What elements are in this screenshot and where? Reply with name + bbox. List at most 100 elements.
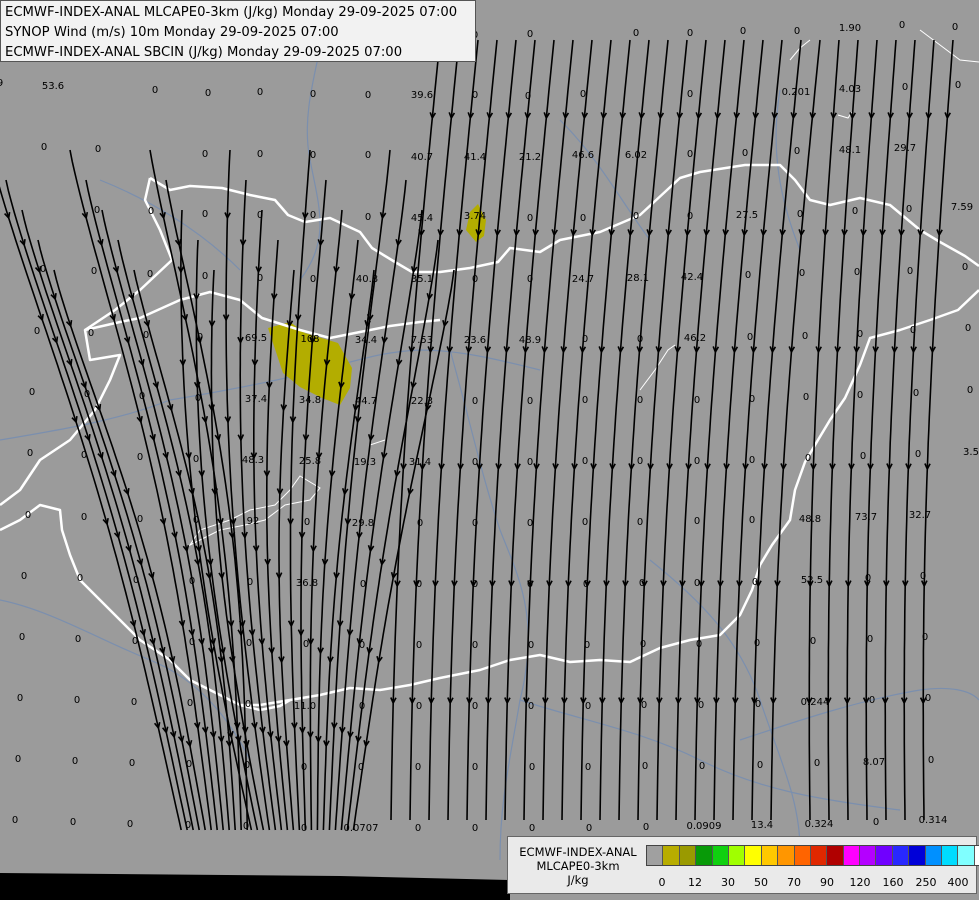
cape-value: 0 xyxy=(472,579,478,590)
legend-tick: 12 xyxy=(688,876,702,889)
cape-value: 0 xyxy=(19,632,25,643)
cape-value: 0 xyxy=(867,634,873,645)
legend-swatch xyxy=(647,846,664,865)
cape-value: 0 xyxy=(472,90,478,101)
cape-value: 0.201 xyxy=(782,87,811,98)
legend-title-line2: MLCAPE0-3km xyxy=(536,859,620,873)
cape-value: 0 xyxy=(913,388,919,399)
cape-value: 0 xyxy=(694,516,700,527)
cape-value: 0 xyxy=(740,26,746,37)
cape-value: 36.8 xyxy=(296,578,318,589)
cape-value: 0 xyxy=(143,330,149,341)
cape-value: 0 xyxy=(243,821,249,832)
cape-value: 0 xyxy=(84,389,90,400)
cape-value: 0 xyxy=(802,331,808,342)
legend-swatch xyxy=(827,846,844,865)
cape-value: 0 xyxy=(925,693,931,704)
cape-value: 0 xyxy=(81,450,87,461)
legend-swatch xyxy=(958,846,975,865)
cape-value: 0 xyxy=(586,823,592,834)
cape-value: 0 xyxy=(41,142,47,153)
cape-value: 0 xyxy=(202,271,208,282)
cape-value: 39.6 xyxy=(411,90,433,101)
cape-value: 0 xyxy=(202,209,208,220)
cape-value: 0 xyxy=(81,512,87,523)
cape-value: 0 xyxy=(304,517,310,528)
cape-value: 0 xyxy=(129,758,135,769)
legend-tick: 400 xyxy=(947,876,969,889)
cape-value: 0 xyxy=(633,211,639,222)
cape-value: 0 xyxy=(857,329,863,340)
cape-value: 40.8 xyxy=(356,274,378,285)
cape-value: 0 xyxy=(583,579,589,590)
cape-value: 0 xyxy=(637,334,643,345)
cape-value: 0 xyxy=(472,518,478,529)
cape-value: 0 xyxy=(749,515,755,526)
cape-value: 0.244 xyxy=(801,697,830,708)
cape-value: 0.0909 xyxy=(687,821,722,832)
cape-value: 46.2 xyxy=(684,333,706,344)
cape-value: 0 xyxy=(137,514,143,525)
cape-value: 0 xyxy=(310,89,316,100)
weather-map: 53.60000039.6000005.2000001.900000.2014.… xyxy=(0,0,979,900)
legend-swatch xyxy=(761,846,779,865)
cape-value: 0 xyxy=(527,518,533,529)
cape-value: 0 xyxy=(797,209,803,220)
cape-value: 0 xyxy=(694,395,700,406)
header-line-cin: ECMWF-INDEX-ANAL SBCIN (J/kg) Monday 29-… xyxy=(5,45,403,60)
cape-value: 0 xyxy=(928,755,934,766)
cape-value: 53.6 xyxy=(42,81,64,92)
cape-value: 0 xyxy=(359,701,365,712)
cape-value: 48.9 xyxy=(519,335,541,346)
cape-value: 0 xyxy=(803,392,809,403)
cape-value: 0 xyxy=(257,210,263,221)
cape-value: 22.3 xyxy=(411,396,433,407)
cape-value: 28.1 xyxy=(627,273,649,284)
legend-tick: 0 xyxy=(658,876,666,889)
cape-value: 0 xyxy=(472,396,478,407)
cape-value: 0 xyxy=(415,762,421,773)
cape-value: 21.2 xyxy=(519,152,541,163)
cape-value: 31.4 xyxy=(409,457,431,468)
cape-value: 0 xyxy=(642,761,648,772)
cape-value: 0 xyxy=(246,638,252,649)
cape-value: 0 xyxy=(525,91,531,102)
legend-swatch xyxy=(892,846,910,865)
cape-value: 4.03 xyxy=(839,84,861,95)
header-line-cape: ECMWF-INDEX-ANAL MLCAPE0-3km (J/kg) Mond… xyxy=(5,5,458,20)
cape-value: 0 xyxy=(580,213,586,224)
cape-value: 0 xyxy=(527,213,533,224)
legend-swatch xyxy=(843,846,861,865)
cape-value: 48.8 xyxy=(799,514,821,525)
legend-swatch xyxy=(876,846,893,865)
cape-value: 0 xyxy=(416,701,422,712)
cape-value: 0 xyxy=(698,700,704,711)
cape-value: 37.4 xyxy=(245,394,267,405)
legend-swatch xyxy=(860,846,877,865)
cape-value: 0 xyxy=(189,576,195,587)
legend-tick: 120 xyxy=(849,876,871,889)
cape-value: 46.6 xyxy=(572,150,594,161)
cape-value: 0 xyxy=(472,701,478,712)
cape-value: 8.07 xyxy=(863,757,885,768)
cape-value: 0 xyxy=(472,762,478,773)
cape-value: 0 xyxy=(257,273,263,284)
cape-value: 92 xyxy=(247,516,260,527)
cape-value: 0 xyxy=(962,262,968,273)
cape-value: 19.3 xyxy=(354,457,376,468)
cape-value: 0 xyxy=(310,210,316,221)
cape-value: 13.4 xyxy=(751,820,773,831)
cape-value: 0 xyxy=(27,448,33,459)
cape-value: 69.5 xyxy=(245,333,267,344)
legend-tick: 70 xyxy=(787,876,801,889)
cape-value: 0 xyxy=(245,699,251,710)
cape-value: 32.7 xyxy=(909,510,931,521)
cape-value: 0 xyxy=(687,211,693,222)
cape-value: 0 xyxy=(857,390,863,401)
map-header: ECMWF-INDEX-ANAL MLCAPE0-3km (J/kg) Mond… xyxy=(0,0,476,62)
cape-value: 0 xyxy=(952,22,958,33)
legend-title-line1: ECMWF-INDEX-ANAL xyxy=(519,845,637,859)
cape-value: 0 xyxy=(794,146,800,157)
legend-swatch xyxy=(925,846,943,865)
cape-value: 0 xyxy=(21,571,27,582)
